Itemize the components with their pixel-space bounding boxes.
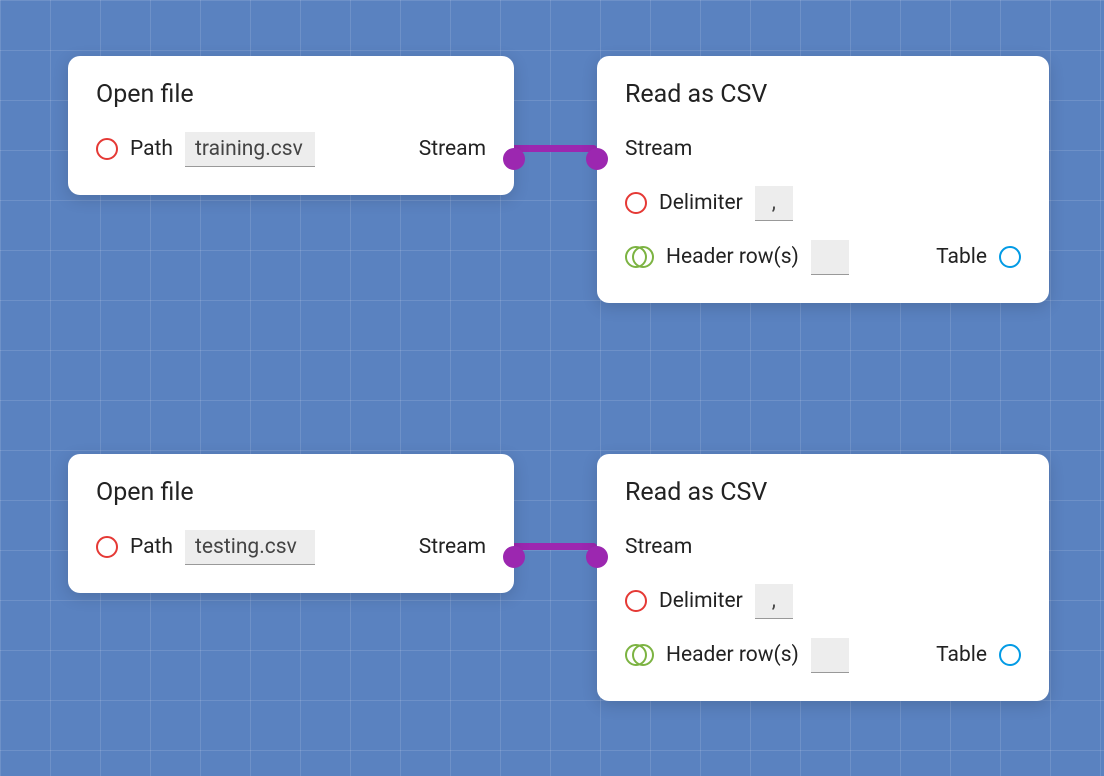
input-port-stream[interactable] bbox=[586, 148, 608, 170]
input-port-delimiter[interactable] bbox=[625, 590, 647, 612]
node-row-path: Path Stream bbox=[96, 529, 486, 565]
path-input[interactable] bbox=[185, 530, 315, 565]
output-port-stream[interactable] bbox=[503, 546, 525, 568]
node-row-header: Header row(s) Table bbox=[625, 239, 1021, 275]
path-input[interactable] bbox=[185, 132, 315, 167]
stream-input-label: Stream bbox=[625, 535, 692, 559]
output-port-table[interactable] bbox=[999, 246, 1021, 268]
stream-input-label: Stream bbox=[625, 137, 692, 161]
node-row-delimiter: Delimiter bbox=[625, 185, 1021, 221]
table-output-label: Table bbox=[936, 643, 987, 667]
node-row-header: Header row(s) Table bbox=[625, 637, 1021, 673]
input-port-stream[interactable] bbox=[586, 546, 608, 568]
node-title: Read as CSV bbox=[625, 478, 1021, 507]
node-row-stream: Stream bbox=[625, 529, 1021, 565]
node-open-file[interactable]: Open file Path Stream bbox=[68, 56, 514, 195]
path-label: Path bbox=[130, 137, 173, 161]
delimiter-label: Delimiter bbox=[659, 191, 743, 215]
node-open-file[interactable]: Open file Path Stream bbox=[68, 454, 514, 593]
output-port-stream[interactable] bbox=[503, 148, 525, 170]
table-output-label: Table bbox=[936, 245, 987, 269]
input-port-header-multi[interactable] bbox=[625, 246, 654, 268]
input-port-header-multi[interactable] bbox=[625, 644, 654, 666]
node-title: Open file bbox=[96, 80, 486, 109]
node-read-csv[interactable]: Read as CSV Stream Delimiter Header row(… bbox=[597, 454, 1049, 701]
header-label: Header row(s) bbox=[666, 245, 799, 269]
input-port-path[interactable] bbox=[96, 138, 118, 160]
path-label: Path bbox=[130, 535, 173, 559]
header-input[interactable] bbox=[811, 240, 849, 275]
node-title: Read as CSV bbox=[625, 80, 1021, 109]
node-row-path: Path Stream bbox=[96, 131, 486, 167]
node-title: Open file bbox=[96, 478, 486, 507]
stream-output-label: Stream bbox=[419, 137, 486, 161]
header-input[interactable] bbox=[811, 638, 849, 673]
output-port-table[interactable] bbox=[999, 644, 1021, 666]
node-row-delimiter: Delimiter bbox=[625, 583, 1021, 619]
stream-output-label: Stream bbox=[419, 535, 486, 559]
input-port-delimiter[interactable] bbox=[625, 192, 647, 214]
delimiter-input[interactable] bbox=[755, 186, 793, 221]
input-port-path[interactable] bbox=[96, 536, 118, 558]
node-row-stream: Stream bbox=[625, 131, 1021, 167]
delimiter-input[interactable] bbox=[755, 584, 793, 619]
delimiter-label: Delimiter bbox=[659, 589, 743, 613]
header-label: Header row(s) bbox=[666, 643, 799, 667]
node-read-csv[interactable]: Read as CSV Stream Delimiter Header row(… bbox=[597, 56, 1049, 303]
